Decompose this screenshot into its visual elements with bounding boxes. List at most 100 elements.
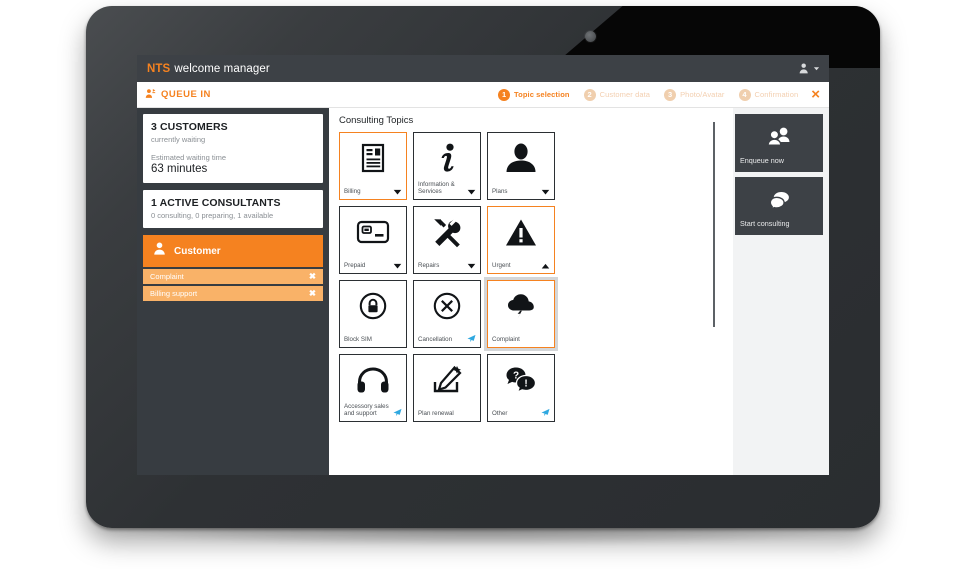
topic-tile-urgent[interactable]: Urgent: [487, 206, 555, 274]
topic-tile-prepaid[interactable]: Prepaid: [339, 206, 407, 274]
topic-tile-label: Cancellation: [418, 336, 453, 344]
topic-tile-block-sim[interactable]: Block SIM: [339, 280, 407, 348]
account-menu-button[interactable]: [798, 62, 820, 75]
main-content: Consulting Topics Billing Information & S…: [329, 108, 733, 475]
topic-tile-repairs[interactable]: Repairs: [413, 206, 481, 274]
step-item-2[interactable]: 2 Customer data: [583, 88, 651, 101]
customer-tag[interactable]: Complaint ✖: [143, 269, 323, 284]
customers-count: 3 CUSTOMERS: [151, 121, 228, 133]
action-rail: Enqueue now Start consulting: [733, 108, 829, 475]
topic-tile-accessory-sales-and-support[interactable]: Accessory sales and support: [339, 354, 407, 422]
left-sidebar: 3 CUSTOMERS currently waiting Estimated …: [137, 108, 329, 475]
start-consulting-button[interactable]: Start consulting: [735, 177, 823, 235]
tablet-screen: NTS welcome manager QUEUE IN 1 Topic sel…: [137, 55, 829, 475]
topic-tile-footer: Repairs: [414, 254, 480, 273]
customer-tag-label: Billing support: [150, 289, 198, 298]
content-scrollbar[interactable]: [713, 122, 715, 327]
customer-panel: Customer Complaint ✖ Billing support ✖: [143, 235, 323, 301]
app-body: 3 CUSTOMERS currently waiting Estimated …: [137, 108, 829, 475]
warning-icon: [488, 207, 554, 254]
queue-in-label: QUEUE IN: [161, 89, 211, 100]
customer-panel-header[interactable]: Customer: [143, 235, 323, 267]
step-label: Confirmation: [754, 90, 799, 99]
send-arrow-icon[interactable]: [541, 408, 550, 418]
chevron-down-icon[interactable]: [393, 189, 402, 196]
send-arrow-icon[interactable]: [393, 408, 402, 418]
step-item-1[interactable]: 1 Topic selection: [498, 88, 570, 101]
screenshot-stage: NTS welcome manager QUEUE IN 1 Topic sel…: [0, 0, 960, 569]
close-icon[interactable]: ×: [808, 87, 823, 102]
topic-tile-cancellation[interactable]: Cancellation: [413, 280, 481, 348]
step-item-3[interactable]: 3 Photo/Avatar: [664, 88, 724, 101]
step-indicator-list: 1 Topic selection 2 Customer data 3 Phot…: [498, 88, 799, 101]
chevron-down-icon[interactable]: [541, 189, 550, 196]
topic-tile-footer: Billing: [340, 180, 406, 199]
tools-icon: [414, 207, 480, 254]
chevron-up-icon[interactable]: [541, 263, 550, 270]
no-marker: [541, 343, 550, 344]
customer-name: Customer: [174, 245, 221, 257]
consulting-topics-grid: Billing Information & Services Plans Prepai…: [339, 132, 733, 422]
sim-card-icon: [340, 207, 406, 254]
step-number: 4: [738, 88, 751, 101]
topic-tile-information-services[interactable]: Information & Services: [413, 132, 481, 200]
consultants-subtitle: 0 consulting, 0 preparing, 1 available: [151, 211, 274, 220]
question-bubbles-icon: ?!: [488, 355, 554, 402]
topic-tile-label: Urgent: [492, 262, 511, 270]
topic-tile-billing[interactable]: Billing: [339, 132, 407, 200]
step-label: Topic selection: [514, 90, 570, 99]
headset-icon: [340, 355, 406, 402]
storm-cloud-icon: [488, 281, 554, 328]
tablet-device: NTS welcome manager QUEUE IN 1 Topic sel…: [86, 6, 880, 528]
cancel-icon: [414, 281, 480, 328]
front-camera-icon: [585, 31, 596, 42]
app-brand: NTS: [147, 62, 171, 75]
sign-pen-icon: [414, 355, 480, 402]
section-title: Consulting Topics: [339, 115, 414, 126]
start-consulting-label: Start consulting: [740, 219, 790, 228]
person-icon: [152, 241, 167, 261]
app-title: welcome manager: [174, 62, 270, 75]
add-person-icon: [145, 88, 156, 102]
chevron-down-icon[interactable]: [393, 263, 402, 270]
topic-tile-label: Accessory sales and support: [344, 402, 389, 418]
customers-waiting-card: 3 CUSTOMERS currently waiting Estimated …: [143, 114, 323, 183]
step-label: Customer data: [599, 90, 651, 99]
document-icon: [340, 133, 406, 180]
topic-tile-plan-renewal[interactable]: Plan renewal: [413, 354, 481, 422]
remove-tag-icon[interactable]: ✖: [309, 272, 316, 281]
topic-tile-plans[interactable]: Plans: [487, 132, 555, 200]
topic-tile-label: Other: [492, 410, 508, 418]
step-bar: QUEUE IN 1 Topic selection 2 Customer da…: [137, 82, 829, 108]
topic-tile-label: Block SIM: [344, 336, 372, 344]
no-marker: [467, 417, 476, 418]
step-item-4[interactable]: 4 Confirmation: [738, 88, 799, 101]
consultants-count: 1 ACTIVE CONSULTANTS: [151, 197, 281, 209]
step-number: 3: [664, 88, 677, 101]
user-account-icon: [798, 62, 811, 75]
topic-tile-label: Repairs: [418, 262, 440, 270]
topic-tile-complaint[interactable]: Complaint: [487, 280, 555, 348]
topic-tile-other[interactable]: ?! Other: [487, 354, 555, 422]
queue-in-button[interactable]: QUEUE IN: [145, 88, 211, 102]
no-marker: [393, 343, 402, 344]
topic-tile-label: Complaint: [492, 336, 520, 344]
active-consultants-card: 1 ACTIVE CONSULTANTS 0 consulting, 0 pre…: [143, 190, 323, 228]
chevron-down-icon[interactable]: [467, 263, 476, 270]
topic-tile-footer: Information & Services: [414, 180, 480, 199]
people-group-icon: [735, 114, 823, 156]
enqueue-now-button[interactable]: Enqueue now: [735, 114, 823, 172]
remove-tag-icon[interactable]: ✖: [309, 289, 316, 298]
customer-tag-label: Complaint: [150, 272, 184, 281]
customer-tag[interactable]: Billing support ✖: [143, 286, 323, 301]
send-arrow-icon[interactable]: [467, 334, 476, 344]
topic-tile-footer: Block SIM: [340, 328, 406, 347]
topic-tile-footer: Other: [488, 402, 554, 421]
wait-time-value: 63 minutes: [151, 163, 208, 175]
topic-tile-footer: Cancellation: [414, 328, 480, 347]
topic-tile-footer: Plans: [488, 180, 554, 199]
topic-tile-label: Billing: [344, 188, 361, 196]
topic-tile-footer: Prepaid: [340, 254, 406, 273]
chevron-down-icon[interactable]: [467, 189, 476, 196]
topic-tile-label: Prepaid: [344, 262, 366, 270]
